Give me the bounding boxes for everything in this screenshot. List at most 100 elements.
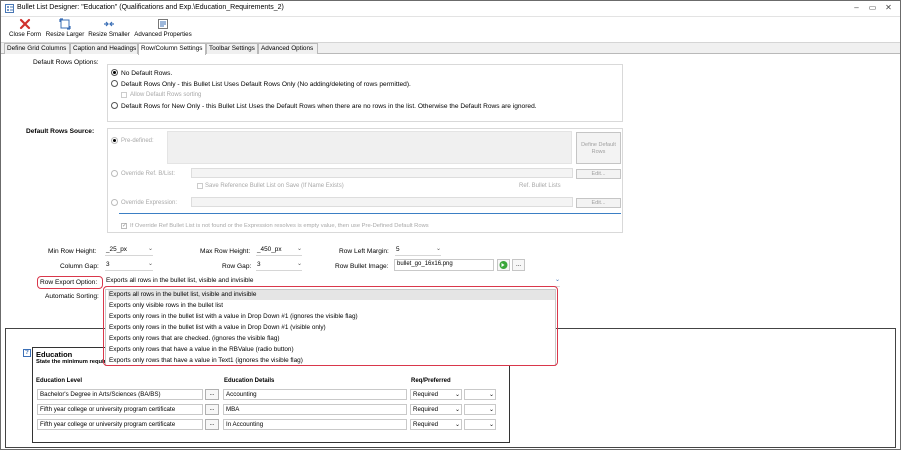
education-details-cell[interactable]: MBA [223, 404, 407, 415]
advanced-properties-button[interactable]: Advanced Properties [133, 18, 193, 42]
education-details-cell[interactable]: Accounting [223, 389, 407, 400]
tab-define-grid-columns[interactable]: Define Grid Columns [4, 43, 70, 54]
education-level-cell[interactable]: Fifth year college or university program… [37, 419, 203, 430]
column-gap-label: Column Gap: [60, 263, 99, 270]
chevron-down-icon: ⌄ [488, 407, 494, 413]
radio-pre-defined[interactable] [111, 137, 118, 144]
resize-larger-label: Resize Larger [45, 31, 85, 38]
row-bullet-image-value: bullet_go_16x16.png [397, 261, 453, 267]
ellipsis-button[interactable]: ... [205, 404, 219, 415]
header-education-level: Education Level [36, 378, 83, 384]
chevron-down-icon: ⌄ [488, 392, 494, 398]
extra-select[interactable]: ⌄ [464, 389, 496, 400]
save-reference-checkbox[interactable] [197, 183, 203, 189]
allow-default-rows-sorting-checkbox[interactable] [121, 92, 127, 98]
row-export-label: Row Export Option: [40, 279, 98, 286]
min-row-height-select[interactable]: _25_px ⌄ [105, 246, 153, 256]
chevron-down-icon: ⌄ [454, 422, 460, 428]
ellipsis-button[interactable]: ... [205, 389, 219, 400]
chevron-down-icon: ⌄ [296, 261, 302, 267]
radio-default-rows-only[interactable] [111, 80, 118, 87]
row-export-value: Exports all rows in the bullet list, vis… [106, 277, 254, 284]
save-reference-label: Save Reference Bullet List on Save (If N… [205, 183, 344, 189]
education-level-cell[interactable]: Fifth year college or university program… [37, 404, 203, 415]
column-gap-value: 3 [106, 261, 110, 268]
radio-override-ref-blist[interactable] [111, 170, 118, 177]
row-bullet-image-label: Row Bullet Image: [335, 263, 389, 270]
row-gap-label: Row Gap: [222, 263, 252, 270]
override-ref-blist-label: Override Ref. B/List: [121, 171, 176, 177]
extra-select[interactable]: ⌄ [464, 419, 496, 430]
header-education-details: Education Details [224, 378, 275, 384]
fallback-label: If Override Ref Bullet List is not found… [130, 223, 429, 229]
radio-default-rows-for-new-only[interactable] [111, 102, 118, 109]
automatic-sorting-label: Automatic Sorting: [45, 293, 99, 300]
fallback-checkbox[interactable] [121, 222, 127, 229]
tab-caption-and-headings[interactable]: Caption and Headings [70, 43, 138, 54]
req-preferred-select[interactable]: Required ⌄ [410, 404, 462, 415]
max-row-height-label: Max Row Height: [200, 248, 251, 255]
override-ref-blist-field[interactable] [191, 168, 573, 178]
resize-larger-button[interactable]: Resize Larger [45, 18, 85, 42]
chevron-down-icon: ⌄ [554, 277, 560, 283]
tab-advanced-options[interactable]: Advanced Options [258, 43, 318, 54]
window-title: Bullet List Designer: "Education" (Quali… [17, 4, 284, 11]
preview-title: Education [36, 350, 73, 359]
define-default-rows-button[interactable]: Define Default Rows [576, 132, 621, 164]
req-preferred-select[interactable]: Required ⌄ [410, 389, 462, 400]
divider [119, 213, 621, 214]
override-expression-field[interactable] [191, 197, 573, 207]
column-gap-select[interactable]: 3 ⌄ [105, 261, 153, 271]
radio-default-rows-only-label: Default Rows Only - this Bullet List Use… [121, 81, 411, 88]
pre-defined-rows-area [167, 131, 572, 164]
tab-strip: Define Grid Columns Caption and Headings… [1, 43, 900, 55]
allow-default-rows-sorting-label: Allow Default Rows sorting [130, 92, 202, 98]
close-icon[interactable]: ✕ [883, 3, 894, 13]
browse-image-button[interactable]: ... [512, 259, 525, 271]
resize-smaller-icon [104, 21, 114, 27]
max-row-height-select[interactable]: _450_px ⌄ [256, 246, 302, 256]
req-preferred-value: Required [413, 391, 439, 398]
advanced-properties-label: Advanced Properties [134, 31, 192, 38]
row-gap-select[interactable]: 3 ⌄ [256, 261, 302, 271]
row-bullet-image-field[interactable]: bullet_go_16x16.png [394, 259, 494, 271]
header-req-preferred: Req/Preferred [411, 378, 451, 384]
chevron-down-icon: ⌄ [435, 246, 441, 252]
default-rows-source-label: Default Rows Source: [26, 128, 95, 135]
advanced-properties-icon [158, 19, 168, 29]
tab-toolbar-settings[interactable]: Toolbar Settings [206, 43, 258, 54]
ellipsis-button[interactable]: ... [205, 419, 219, 430]
override-ref-edit-button[interactable]: Edit... [576, 169, 621, 179]
default-rows-options-label: Default Rows Options: [33, 59, 99, 66]
row-left-margin-value: 5 [396, 246, 400, 253]
bullet-preview-button[interactable] [497, 259, 510, 271]
resize-smaller-label: Resize Smaller [88, 31, 130, 38]
radio-override-expression[interactable] [111, 199, 118, 206]
app-icon [5, 4, 14, 13]
radio-no-default-rows[interactable] [111, 69, 118, 76]
minimize-icon[interactable]: – [851, 3, 862, 13]
help-icon[interactable]: ? [23, 349, 31, 357]
resize-smaller-button[interactable]: Resize Smaller [87, 18, 131, 42]
row-left-margin-label: Row Left Margin: [339, 248, 389, 255]
req-preferred-select[interactable]: Required ⌄ [410, 419, 462, 430]
extra-select[interactable]: ⌄ [464, 404, 496, 415]
chevron-down-icon: ⌄ [454, 407, 460, 413]
title-bar: Bullet List Designer: "Education" (Quali… [1, 1, 900, 17]
chevron-down-icon: ⌄ [488, 422, 494, 428]
resize-larger-icon [59, 18, 71, 30]
override-expression-edit-button[interactable]: Edit... [576, 198, 621, 208]
radio-no-default-rows-label: No Default Rows. [121, 70, 173, 77]
maximize-icon[interactable]: ▭ [867, 3, 878, 13]
ref-bullet-lists-label: Ref. Bullet Lists [519, 183, 561, 189]
row-gap-value: 3 [257, 261, 261, 268]
radio-default-rows-for-new-only-label: Default Rows for New Only - this Bullet … [121, 103, 537, 110]
tab-row-column-settings[interactable]: Row/Column Settings [138, 43, 206, 55]
education-level-cell[interactable]: Bachelor's Degree in Arts/Sciences (BA/B… [37, 389, 203, 400]
req-preferred-value: Required [413, 406, 439, 413]
close-form-button[interactable]: Close Form [7, 18, 43, 42]
min-row-height-label: Min Row Height: [48, 248, 97, 255]
education-details-cell[interactable]: In Accounting [223, 419, 407, 430]
row-left-margin-select[interactable]: 5 ⌄ [395, 246, 441, 256]
bullet-go-icon [499, 261, 508, 269]
